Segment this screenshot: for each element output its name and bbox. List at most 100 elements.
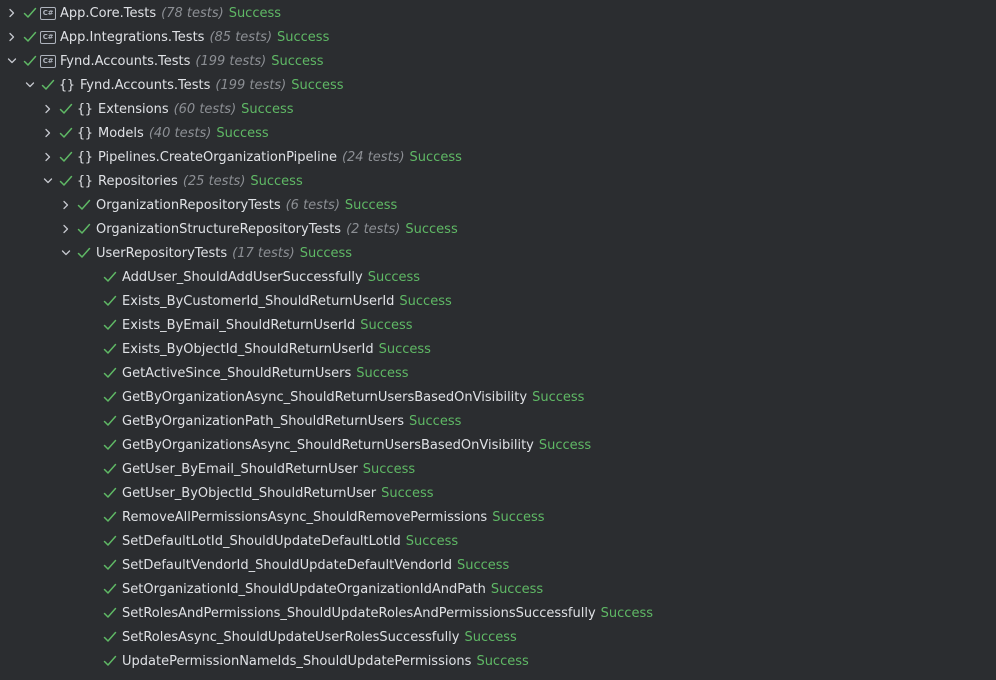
test-name: Repositories — [98, 173, 178, 189]
success-check-icon — [22, 53, 38, 69]
test-case-row[interactable]: AddUser_ShouldAddUserSuccessfully Success — [0, 265, 996, 289]
csharp-project-icon: C# — [40, 6, 56, 20]
status-label: Success — [291, 77, 344, 93]
success-check-icon — [102, 629, 118, 645]
namespace-icon: {} — [59, 77, 75, 93]
success-check-icon — [58, 125, 74, 141]
test-group-row[interactable]: {} Fynd.Accounts.Tests (199 tests) Success — [0, 73, 996, 97]
test-group-row[interactable]: {} Extensions (60 tests) Success — [0, 97, 996, 121]
status-label: Success — [457, 557, 510, 573]
test-name: App.Core.Tests — [60, 5, 157, 21]
success-check-icon — [102, 293, 118, 309]
test-case-row[interactable]: GetUser_ByObjectId_ShouldReturnUser Succe… — [0, 481, 996, 505]
test-count: (85 tests) — [209, 29, 273, 45]
test-name: Fynd.Accounts.Tests — [80, 77, 211, 93]
test-group-row[interactable]: C# App.Integrations.Tests (85 tests) Succes… — [0, 25, 996, 49]
success-check-icon — [102, 413, 118, 429]
success-check-icon — [102, 557, 118, 573]
success-check-icon — [102, 341, 118, 357]
test-count: (199 tests) — [195, 53, 267, 69]
success-check-icon — [102, 437, 118, 453]
test-name: SetRolesAsync_ShouldUpdateUserRolesSucce… — [122, 629, 460, 645]
status-label: Success — [344, 197, 398, 213]
test-name: UpdatePermissionNameIds_ShouldUpdatePerm… — [122, 653, 472, 669]
test-name: GetUser_ByEmail_ShouldReturnUser — [122, 461, 358, 477]
test-name: Exists_ByObjectId_ShouldReturnUserId — [122, 341, 374, 357]
test-count: (40 tests) — [148, 125, 212, 141]
test-case-row[interactable]: Exists_ByEmail_ShouldReturnUserId Success — [0, 313, 996, 337]
success-check-icon — [102, 533, 118, 549]
test-name: App.Integrations.Tests — [60, 29, 205, 45]
test-case-row[interactable]: SetDefaultLotId_ShouldUpdateDefaultLotId… — [0, 529, 996, 553]
success-check-icon — [102, 509, 118, 525]
test-case-row[interactable]: UpdatePermissionNameIds_ShouldUpdatePerm… — [0, 649, 996, 673]
test-name: SetDefaultVendorId_ShouldUpdateDefaultVe… — [122, 557, 452, 573]
success-check-icon — [102, 269, 118, 285]
success-check-icon — [102, 605, 118, 621]
success-check-icon — [76, 197, 92, 213]
test-case-row[interactable]: Exists_ByObjectId_ShouldReturnUserId Succ… — [0, 337, 996, 361]
chevron-down-icon[interactable] — [58, 245, 74, 261]
success-check-icon — [102, 365, 118, 381]
test-count: (25 tests) — [182, 173, 246, 189]
chevron-right-icon[interactable] — [58, 221, 74, 237]
test-group-row[interactable]: OrganizationRepositoryTests (6 tests) Succ… — [0, 193, 996, 217]
test-name: GetUser_ByObjectId_ShouldReturnUser — [122, 485, 377, 501]
test-name: Pipelines.CreateOrganizationPipeline — [98, 149, 337, 165]
test-case-row[interactable]: SetDefaultVendorId_ShouldUpdateDefaultVe… — [0, 553, 996, 577]
test-case-row[interactable]: SetRolesAsync_ShouldUpdateUserRolesSucce… — [0, 625, 996, 649]
chevron-right-icon[interactable] — [40, 149, 56, 165]
test-group-row[interactable]: UserRepositoryTests (17 tests) Success — [0, 241, 996, 265]
success-check-icon — [102, 317, 118, 333]
test-group-row[interactable]: C# Fynd.Accounts.Tests (199 tests) Success — [0, 49, 996, 73]
test-count: (24 tests) — [341, 149, 405, 165]
test-case-row[interactable]: Exists_ByCustomerId_ShouldReturnUserId Su… — [0, 289, 996, 313]
chevron-down-icon[interactable] — [40, 173, 56, 189]
test-case-row[interactable]: GetActiveSince_ShouldReturnUsers Success — [0, 361, 996, 385]
test-name: SetOrganizationId_ShouldUpdateOrganizati… — [122, 581, 486, 597]
test-case-row[interactable]: GetByOrganizationsAsync_ShouldReturnUser… — [0, 433, 996, 457]
test-group-row[interactable]: {} Models (40 tests) Success — [0, 121, 996, 145]
test-count: (6 tests) — [285, 197, 340, 213]
test-group-row[interactable]: {} Pipelines.CreateOrganizationPipeline (2… — [0, 145, 996, 169]
status-label: Success — [405, 221, 458, 237]
chevron-down-icon[interactable] — [4, 53, 20, 69]
test-name: Models — [98, 125, 144, 141]
success-check-icon — [76, 221, 92, 237]
csharp-project-icon: C# — [40, 54, 56, 68]
chevron-right-icon[interactable] — [4, 29, 20, 45]
status-label: Success — [360, 317, 413, 333]
chevron-right-icon[interactable] — [58, 197, 74, 213]
test-name: Exists_ByEmail_ShouldReturnUserId — [122, 317, 356, 333]
status-label: Success — [271, 53, 324, 69]
status-label: Success — [367, 269, 421, 285]
test-case-row[interactable]: SetRolesAndPermissions_ShouldUpdateRoles… — [0, 601, 996, 625]
chevron-right-icon[interactable] — [40, 125, 56, 141]
status-label: Success — [409, 149, 462, 165]
chevron-down-icon[interactable] — [22, 77, 38, 93]
success-check-icon — [40, 77, 56, 93]
status-label: Success — [405, 533, 459, 549]
success-check-icon — [102, 485, 118, 501]
test-case-row[interactable]: RemoveAllPermissionsAsync_ShouldRemovePe… — [0, 505, 996, 529]
chevron-right-icon[interactable] — [4, 5, 20, 21]
test-group-row[interactable]: C# App.Core.Tests (78 tests) Success — [0, 1, 996, 25]
test-case-row[interactable]: GetByOrganizationAsync_ShouldReturnUsers… — [0, 385, 996, 409]
test-name: Fynd.Accounts.Tests — [60, 53, 191, 69]
test-case-row[interactable]: GetUser_ByEmail_ShouldReturnUser Success — [0, 457, 996, 481]
test-name: UserRepositoryTests — [96, 245, 228, 261]
chevron-right-icon[interactable] — [40, 101, 56, 117]
test-case-row[interactable]: GetByOrganizationPath_ShouldReturnUsers S… — [0, 409, 996, 433]
status-label: Success — [464, 629, 517, 645]
test-case-row[interactable]: SetOrganizationId_ShouldUpdateOrganizati… — [0, 577, 996, 601]
status-label: Success — [409, 413, 462, 429]
status-label: Success — [228, 5, 282, 21]
status-label: Success — [492, 509, 545, 525]
test-name: GetActiveSince_ShouldReturnUsers — [122, 365, 352, 381]
test-name: RemoveAllPermissionsAsync_ShouldRemovePe… — [122, 509, 488, 525]
test-group-row[interactable]: OrganizationStructureRepositoryTests (2 t… — [0, 217, 996, 241]
test-group-row[interactable]: {} Repositories (25 tests) Success — [0, 169, 996, 193]
test-count: (60 tests) — [173, 101, 237, 117]
status-label: Success — [476, 653, 529, 669]
status-label: Success — [356, 365, 409, 381]
